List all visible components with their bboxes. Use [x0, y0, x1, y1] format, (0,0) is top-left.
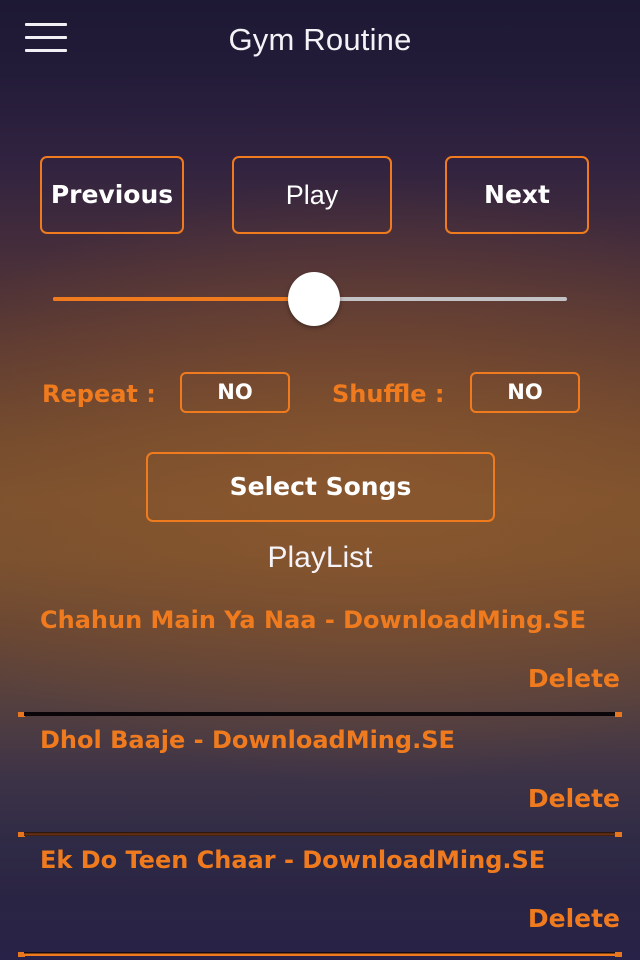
progress-slider[interactable]: [0, 270, 640, 328]
list-divider: [18, 952, 622, 957]
divider-bar: [24, 952, 616, 956]
song-title: Ek Do Teen Chaar - DownloadMing.SE: [40, 846, 546, 874]
delete-song-button[interactable]: Delete: [528, 664, 620, 693]
delete-song-button[interactable]: Delete: [528, 784, 620, 813]
shuffle-label: Shuffle :: [332, 380, 445, 408]
next-button[interactable]: Next: [445, 156, 589, 234]
page-title: Gym Routine: [228, 22, 412, 57]
app-header: Gym Routine: [0, 0, 640, 84]
play-button[interactable]: Play: [232, 156, 392, 234]
list-item[interactable]: Chahun Main Ya Naa - DownloadMing.SE Del…: [0, 596, 640, 717]
delete-song-button[interactable]: Delete: [528, 904, 620, 933]
shuffle-toggle-button[interactable]: NO: [470, 372, 580, 413]
transport-controls: Previous Play Next: [0, 156, 640, 234]
slider-fill: [53, 297, 290, 301]
playback-options: Repeat : NO Shuffle : NO: [0, 372, 640, 418]
repeat-label: Repeat :: [42, 380, 156, 408]
slider-thumb[interactable]: [288, 272, 340, 326]
playlist-list: Chahun Main Ya Naa - DownloadMing.SE Del…: [0, 596, 640, 957]
music-player-screen: Gym Routine Previous Play Next Repeat : …: [0, 0, 640, 960]
divider-cap-right: [615, 952, 622, 957]
list-item[interactable]: Ek Do Teen Chaar - DownloadMing.SE Delet…: [0, 836, 640, 957]
list-item[interactable]: Dhol Baaje - DownloadMing.SE Delete: [0, 716, 640, 837]
playlist-heading: PlayList: [267, 541, 373, 574]
previous-button[interactable]: Previous: [40, 156, 184, 234]
repeat-toggle-button[interactable]: NO: [180, 372, 290, 413]
song-title: Chahun Main Ya Naa - DownloadMing.SE: [40, 606, 587, 634]
select-songs-button[interactable]: Select Songs: [146, 452, 495, 522]
song-title: Dhol Baaje - DownloadMing.SE: [40, 726, 455, 754]
